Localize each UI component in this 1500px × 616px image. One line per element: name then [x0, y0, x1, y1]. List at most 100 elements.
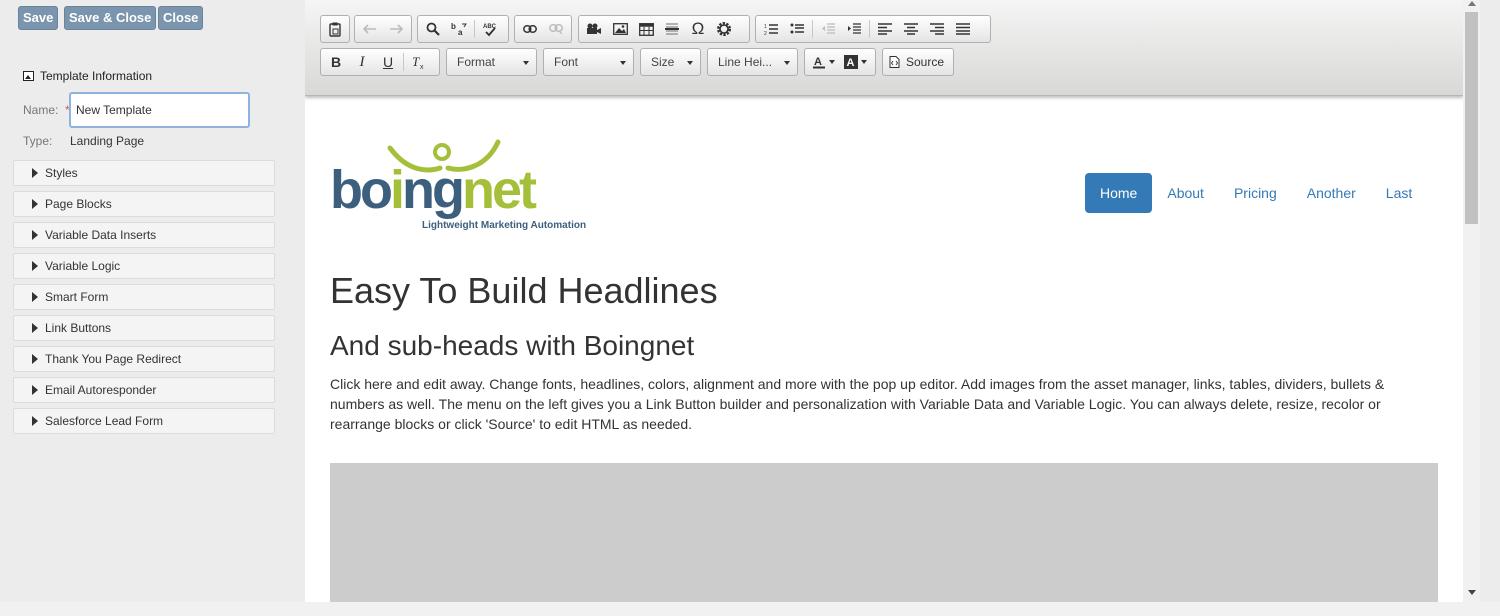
svg-text:A: A [846, 57, 854, 69]
svg-text:T: T [412, 55, 420, 69]
nav-about[interactable]: About [1152, 173, 1219, 213]
svg-text:a: a [458, 28, 463, 36]
boingnet-logo[interactable]: boingnet Lightweight Marketing Automatio… [330, 138, 590, 234]
save-close-button[interactable]: Save & Close [64, 6, 157, 30]
section-styles[interactable]: Styles [13, 160, 275, 186]
save-button[interactable]: Save [18, 6, 59, 30]
section-label: Styles [45, 166, 78, 180]
name-label: Name: [23, 103, 59, 117]
bullet-list-icon[interactable] [784, 17, 810, 41]
replace-icon[interactable]: ba [446, 17, 472, 41]
font-dropdown[interactable]: Font [543, 48, 634, 76]
page-subhead[interactable]: And sub-heads with Boingnet [330, 330, 694, 362]
svg-text:2: 2 [764, 31, 767, 36]
align-justify-icon[interactable] [950, 17, 976, 41]
text-color-icon[interactable]: A [807, 50, 839, 74]
scroll-down-icon[interactable] [1468, 590, 1476, 595]
left-panel: Save Save & Close Close Template Informa… [5, 0, 285, 602]
svg-text:boingnet: boingnet [330, 160, 537, 220]
line-height-dropdown[interactable]: Line Hei... [707, 48, 798, 76]
section-variable-data-inserts[interactable]: Variable Data Inserts [13, 222, 275, 248]
insert-group: Ω [578, 15, 750, 43]
scrollbar-thumb[interactable] [1465, 12, 1478, 224]
history-group [354, 15, 412, 43]
numbered-list-icon[interactable]: 12 [758, 17, 784, 41]
caret-right-icon [32, 168, 38, 178]
indent-icon[interactable] [841, 17, 867, 41]
logo-tagline: Lightweight Marketing Automation [422, 220, 586, 231]
caret-right-icon [32, 385, 38, 395]
horizontal-rule-icon[interactable] [659, 17, 685, 41]
nav-another[interactable]: Another [1292, 173, 1371, 213]
align-right-icon[interactable] [924, 17, 950, 41]
caret-right-icon [32, 354, 38, 364]
section-label: Link Buttons [45, 321, 112, 335]
paragraph-group: 12 [755, 15, 991, 43]
section-page-blocks[interactable]: Page Blocks [13, 191, 275, 217]
nav-home[interactable]: Home [1085, 173, 1153, 213]
paste-icon[interactable] [323, 17, 347, 41]
source-button[interactable]: Source [882, 48, 954, 76]
section-label: Email Autoresponder [45, 383, 157, 397]
source-icon [889, 56, 900, 68]
search-icon[interactable] [420, 17, 446, 41]
svg-text:1: 1 [764, 24, 767, 30]
video-icon[interactable] [581, 17, 607, 41]
align-center-icon[interactable] [898, 17, 924, 41]
page-headline[interactable]: Easy To Build Headlines [330, 270, 718, 312]
toolbar-separator [812, 20, 813, 38]
redo-icon[interactable] [383, 17, 409, 41]
site-nav: Home About Pricing Another Last [1085, 173, 1427, 213]
size-dropdown[interactable]: Size [640, 48, 701, 76]
image-icon [23, 71, 34, 81]
special-character-icon[interactable]: Ω [685, 17, 711, 41]
settings-icon[interactable] [711, 17, 737, 41]
caret-right-icon [32, 199, 38, 209]
caret-right-icon [32, 292, 38, 302]
section-label: Thank You Page Redirect [45, 352, 182, 366]
paste-group [320, 15, 350, 43]
image-insert-icon[interactable] [607, 17, 633, 41]
source-label: Source [906, 55, 945, 69]
nav-last[interactable]: Last [1371, 173, 1427, 213]
toolbar-separator [869, 20, 870, 38]
svg-text:b: b [451, 22, 456, 31]
toolbar-separator [474, 20, 475, 38]
bottom-bar [0, 602, 1500, 616]
format-dropdown[interactable]: Format [446, 48, 537, 76]
align-left-icon[interactable] [872, 17, 898, 41]
nav-pricing[interactable]: Pricing [1219, 173, 1292, 213]
link-group [514, 15, 572, 43]
underline-button[interactable]: U [375, 50, 401, 74]
template-info-header: Template Information [23, 69, 152, 83]
section-salesforce-lead-form[interactable]: Salesforce Lead Form [13, 408, 275, 434]
table-icon[interactable] [633, 17, 659, 41]
editor-toolbar: ba ABC Ω 12 B I U T x Format Font Size L… [305, 0, 1463, 96]
section-variable-logic[interactable]: Variable Logic [13, 253, 275, 279]
section-label: Smart Form [45, 290, 109, 304]
section-email-autoresponder[interactable]: Email Autoresponder [13, 377, 275, 403]
svg-text:A: A [814, 56, 822, 68]
body-paragraph[interactable]: Click here and edit away. Change fonts, … [330, 374, 1420, 434]
caret-right-icon [32, 416, 38, 426]
unlink-icon[interactable] [543, 17, 569, 41]
section-link-buttons[interactable]: Link Buttons [13, 315, 275, 341]
type-value: Landing Page [70, 134, 145, 148]
scroll-up-icon[interactable] [1468, 1, 1476, 6]
background-color-icon[interactable]: A [839, 50, 871, 74]
bold-button[interactable]: B [323, 50, 349, 74]
template-name-input[interactable] [69, 92, 250, 128]
editor-canvas[interactable]: ba ABC Ω 12 B I U T x Format Font Size L… [305, 0, 1463, 602]
link-icon[interactable] [517, 17, 543, 41]
vertical-scrollbar[interactable] [1463, 0, 1480, 602]
remove-format-icon[interactable]: Tx [406, 50, 432, 74]
image-placeholder-block[interactable] [330, 463, 1438, 602]
italic-button[interactable]: I [349, 50, 375, 74]
close-button[interactable]: Close [158, 6, 204, 30]
section-thank-you-page-redirect[interactable]: Thank You Page Redirect [13, 346, 275, 372]
section-smart-form[interactable]: Smart Form [13, 284, 275, 310]
spellcheck-icon[interactable]: ABC [477, 17, 503, 41]
find-group: ba ABC [417, 15, 509, 43]
outdent-icon[interactable] [815, 17, 841, 41]
undo-icon[interactable] [357, 17, 383, 41]
